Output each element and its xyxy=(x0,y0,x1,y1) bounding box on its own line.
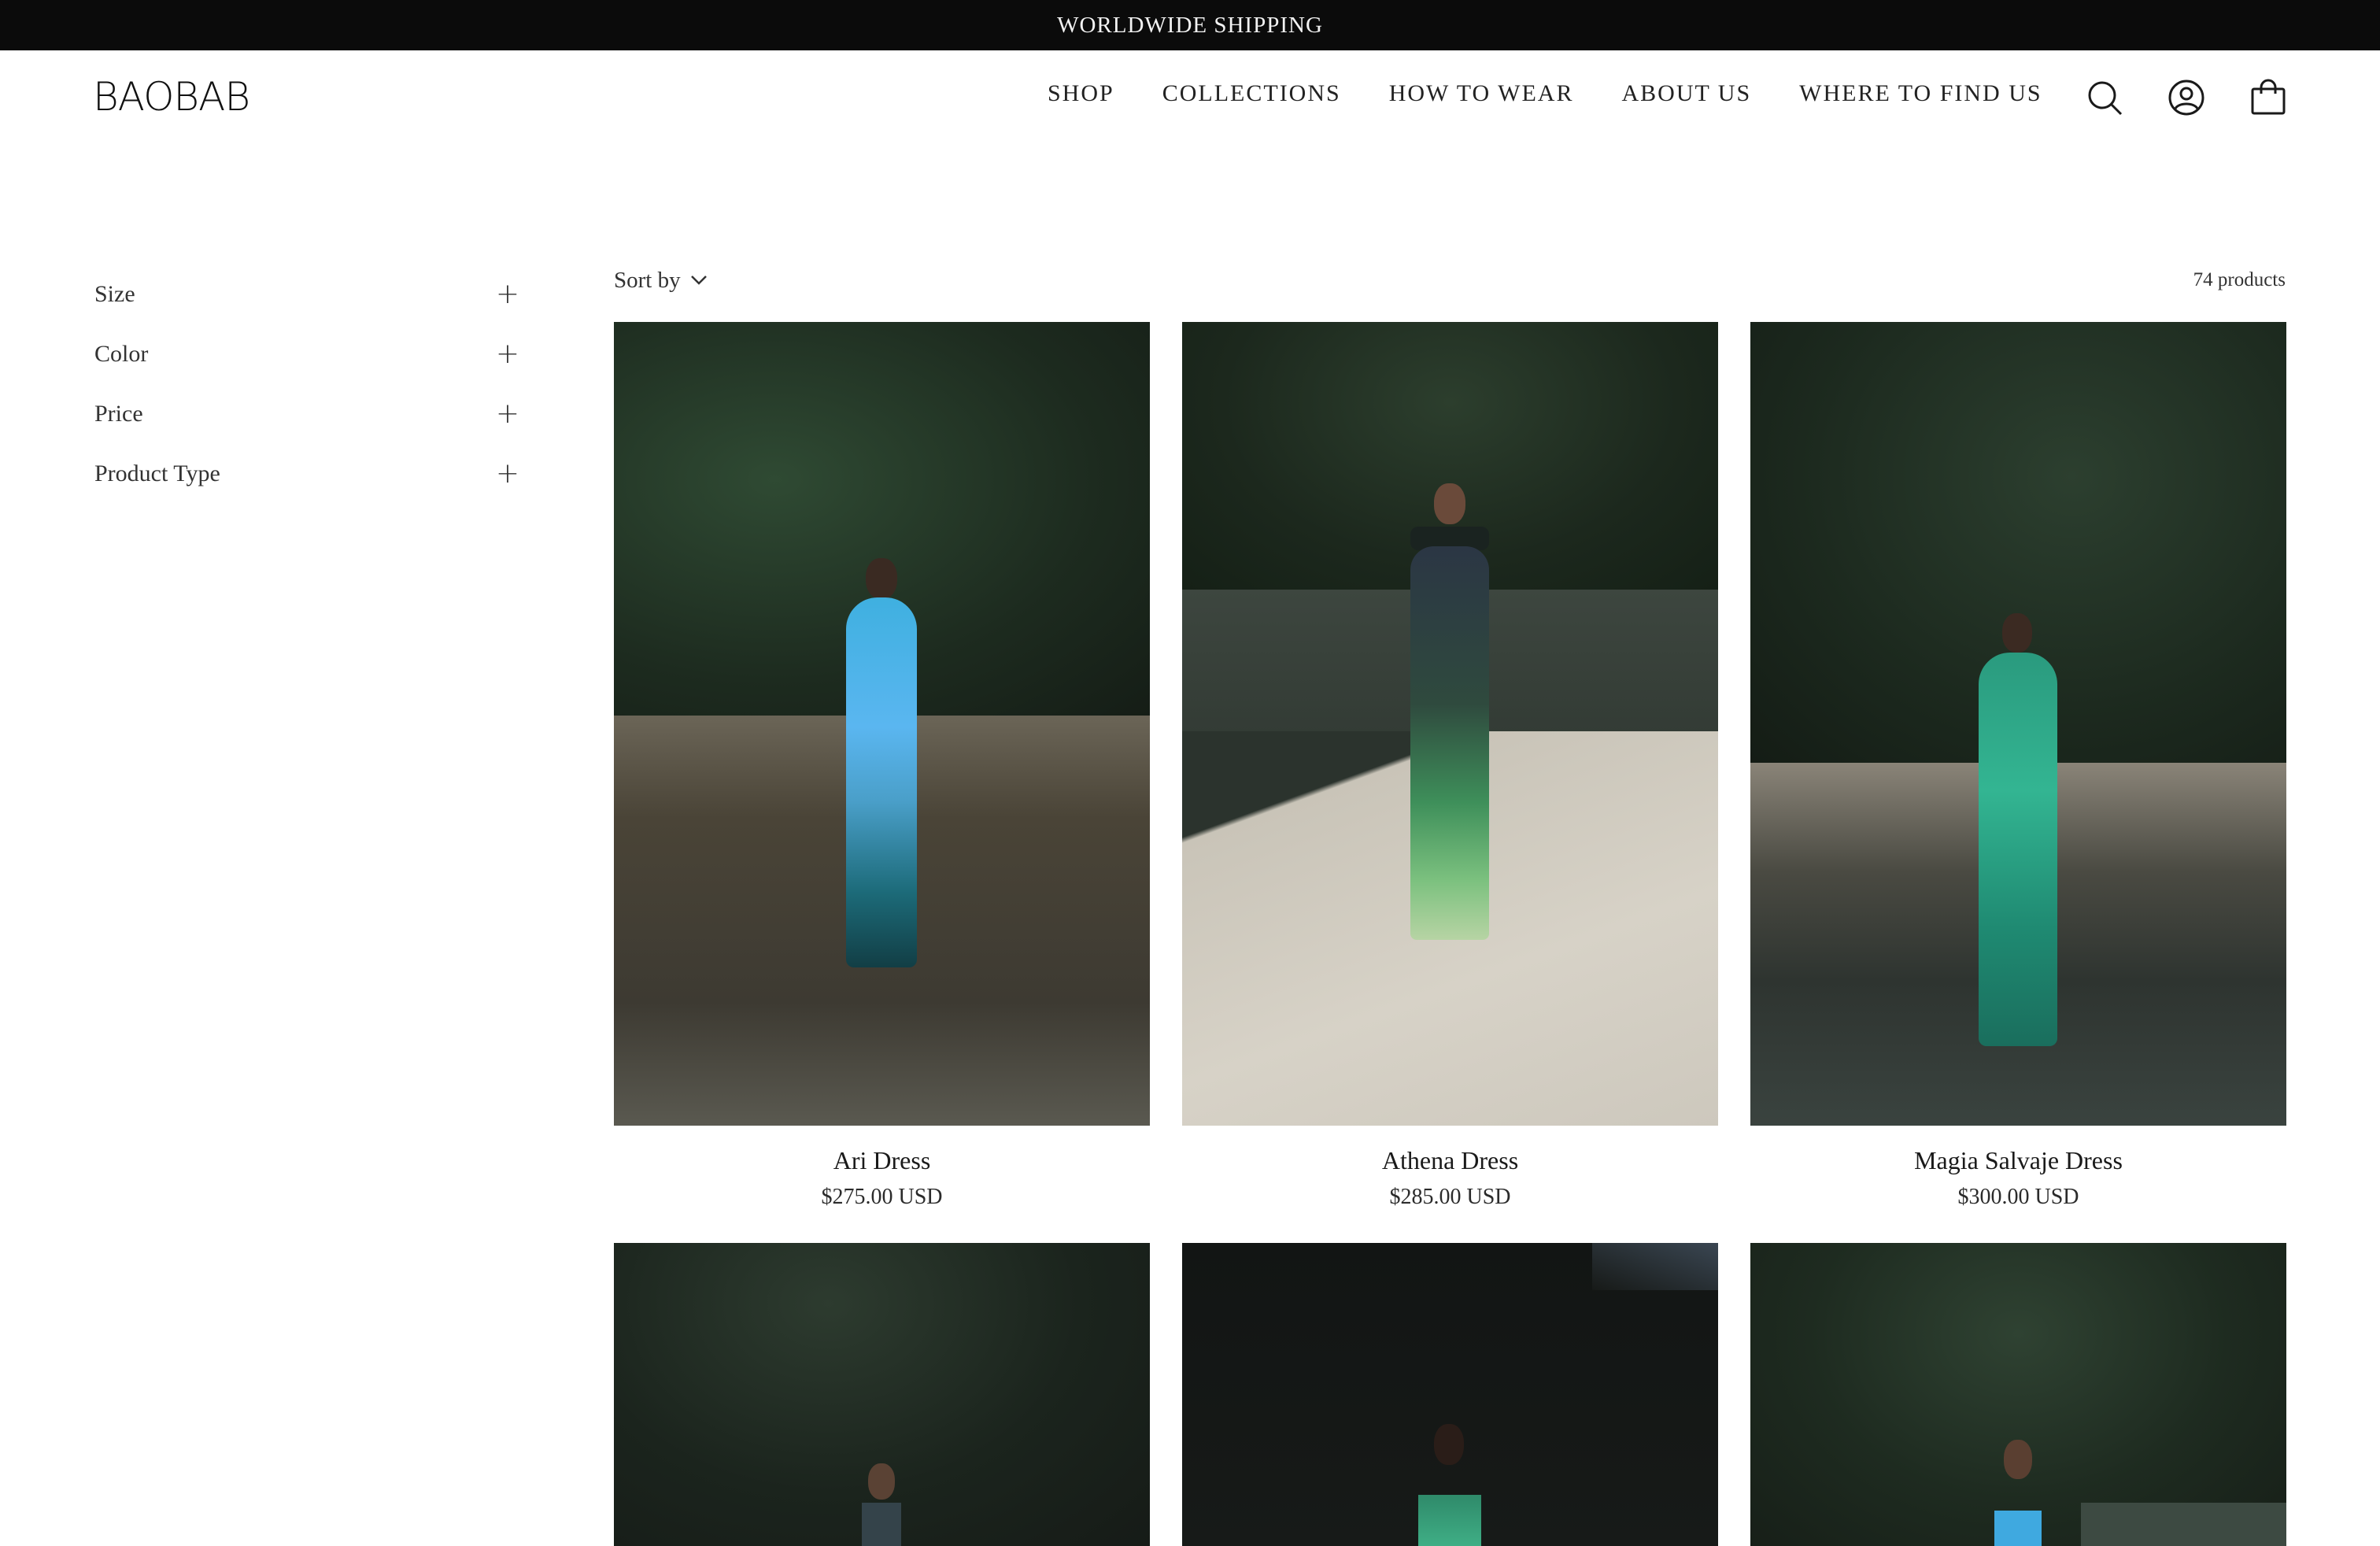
product-card[interactable]: Athena Dress $285.00 USD xyxy=(1182,322,1718,1210)
sort-bar: Sort by 74 products xyxy=(614,264,2286,296)
product-price: $285.00 USD xyxy=(1389,1185,1511,1209)
nav-item-how-to-wear[interactable]: HOW TO WEAR xyxy=(1389,80,1574,107)
sort-label: Sort by xyxy=(614,267,681,293)
product-card[interactable] xyxy=(1182,1243,1718,1546)
main-nav: SHOP COLLECTIONS HOW TO WEAR ABOUT US WH… xyxy=(1048,80,2042,107)
product-image[interactable] xyxy=(1182,322,1718,1126)
product-card[interactable]: Ari Dress $275.00 USD xyxy=(614,322,1150,1210)
filter-label: Product Type xyxy=(94,460,220,486)
product-title[interactable]: Magia Salvaje Dress xyxy=(1750,1146,2286,1175)
product-image[interactable] xyxy=(1750,322,2286,1126)
product-price: $300.00 USD xyxy=(1957,1185,2079,1209)
filter-product-type[interactable]: Product Type + xyxy=(94,444,519,504)
plus-icon[interactable]: + xyxy=(496,400,519,428)
product-price: $275.00 USD xyxy=(821,1185,943,1209)
nav-item-about-us[interactable]: ABOUT US xyxy=(1622,80,1752,107)
product-image[interactable] xyxy=(614,1243,1150,1546)
product-card[interactable] xyxy=(614,1243,1150,1546)
nav-item-where-to-find-us[interactable]: WHERE TO FIND US xyxy=(1799,80,2042,107)
chevron-down-icon xyxy=(690,276,707,285)
filter-price[interactable]: Price + xyxy=(94,384,519,444)
product-card[interactable] xyxy=(1750,1243,2286,1546)
nav-item-shop[interactable]: SHOP xyxy=(1048,80,1114,107)
account-icon[interactable] xyxy=(2168,79,2205,117)
cart-icon[interactable] xyxy=(2249,79,2287,117)
filter-label: Price xyxy=(94,401,143,427)
brand-logo[interactable]: BAOBAB xyxy=(93,74,250,120)
announcement-bar: WORLDWIDE SHIPPING xyxy=(0,0,2380,50)
nav-item-collections[interactable]: COLLECTIONS xyxy=(1162,80,1341,107)
product-title[interactable]: Athena Dress xyxy=(1182,1146,1718,1175)
site-header: BAOBAB SHOP COLLECTIONS HOW TO WEAR ABOU… xyxy=(0,50,2380,143)
search-icon[interactable] xyxy=(2086,79,2123,117)
product-count: 74 products xyxy=(2193,269,2286,290)
product-image[interactable] xyxy=(1182,1243,1718,1546)
product-image[interactable] xyxy=(614,322,1150,1126)
plus-icon[interactable]: + xyxy=(496,340,519,368)
filter-label: Color xyxy=(94,341,149,367)
product-title[interactable]: Ari Dress xyxy=(614,1146,1150,1175)
plus-icon[interactable]: + xyxy=(496,280,519,309)
filter-color[interactable]: Color + xyxy=(94,324,519,384)
plus-icon[interactable]: + xyxy=(496,460,519,488)
sort-dropdown[interactable]: Sort by xyxy=(614,268,708,294)
product-card[interactable]: Magia Salvaje Dress $300.00 USD xyxy=(1750,322,2286,1210)
filter-label: Size xyxy=(94,281,135,307)
filter-size[interactable]: Size + xyxy=(94,264,519,324)
filter-sidebar: Size + Color + Price + Product Type + xyxy=(94,264,519,504)
product-image[interactable] xyxy=(1750,1243,2286,1546)
announcement-text: WORLDWIDE SHIPPING xyxy=(1057,12,1323,38)
